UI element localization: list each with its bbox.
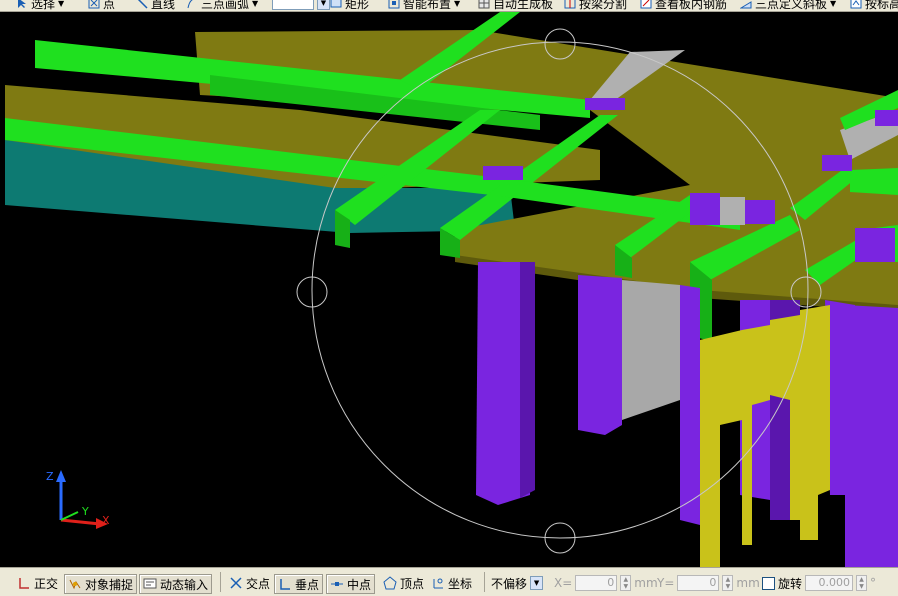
- line-tool-button[interactable]: 直线: [136, 0, 175, 11]
- snap-coordinate-button[interactable]: 坐标: [428, 574, 475, 592]
- sloped-slab-icon: [739, 0, 752, 9]
- column-cap-1: [585, 98, 625, 110]
- split-by-beam-button[interactable]: 按梁分割: [564, 0, 627, 11]
- point-icon: [88, 0, 100, 9]
- osnap-icon: [68, 577, 82, 591]
- 3d-scene: Z Y X: [5, 12, 898, 567]
- separator: [220, 572, 221, 592]
- beam-far-right: [850, 168, 898, 195]
- rotate-input[interactable]: 0.000: [805, 575, 854, 591]
- wall-column-2: [622, 280, 680, 420]
- snap-midpoint-button[interactable]: 中点: [326, 574, 376, 594]
- by-elevation-button[interactable]: 按标高: [850, 0, 898, 11]
- status-bar: 正交 对象捕捉 动态输入 交点 垂点 中点 顶点 坐标 不偏移 ▼ X= 0 ▲…: [0, 567, 898, 596]
- osnap-toggle[interactable]: 对象捕捉: [64, 574, 138, 594]
- smart-layout-icon: [388, 0, 400, 9]
- column-cap-5: [822, 155, 852, 171]
- line-icon: [136, 0, 148, 9]
- ortho-icon: [17, 576, 31, 590]
- column-cap-4: [745, 200, 775, 224]
- rotate-checkbox[interactable]: [762, 576, 775, 590]
- auto-slab-button[interactable]: 自动生成板: [478, 0, 553, 11]
- x-coordinate-input[interactable]: 0: [575, 575, 618, 591]
- point-tool-button[interactable]: 点: [88, 0, 115, 11]
- column-7: [845, 305, 898, 567]
- y-coordinate-group: Y= 0 ▲ ▼ mm: [657, 575, 760, 591]
- dynamic-input-icon: [143, 577, 157, 591]
- arc-icon: [186, 0, 198, 9]
- tool-dropdown[interactable]: ▼: [272, 0, 330, 11]
- offset-mode-select[interactable]: 不偏移 ▼: [491, 574, 544, 592]
- snap-perpendicular-button[interactable]: 垂点: [274, 574, 324, 594]
- column-cap-8: [720, 197, 745, 225]
- rectangle-tool-button[interactable]: 矩形: [330, 0, 369, 11]
- split-by-beam-icon: [564, 0, 576, 9]
- arc-tool-button[interactable]: 三点画弧 ▼: [186, 0, 258, 11]
- 3d-viewport[interactable]: Z Y X: [0, 12, 898, 567]
- select-tool-button[interactable]: 选择 ▼: [16, 0, 64, 11]
- separator: [484, 572, 485, 592]
- intersection-icon: [229, 576, 243, 590]
- dropdown-field[interactable]: [272, 0, 314, 10]
- sloped-slab-button[interactable]: 三点定义斜板 ▼: [739, 0, 837, 11]
- midpoint-icon: [330, 577, 344, 591]
- y-coordinate-input[interactable]: 0: [677, 575, 720, 591]
- chevron-down-icon: ▼: [58, 0, 65, 8]
- perpendicular-icon: [278, 577, 292, 591]
- column-1-side: [520, 262, 535, 498]
- chevron-down-icon: ▼: [830, 0, 837, 8]
- column-cap-2: [483, 166, 523, 180]
- column-3: [680, 285, 700, 525]
- column-2: [578, 275, 622, 435]
- ortho-toggle[interactable]: 正交: [14, 574, 61, 592]
- vertex-icon: [383, 576, 397, 590]
- smart-layout-button[interactable]: 智能布置 ▼: [388, 0, 460, 11]
- column-cap-7: [855, 228, 895, 262]
- chevron-down-icon: ▼: [454, 0, 461, 8]
- rotate-spinner[interactable]: ▲ ▼: [856, 575, 868, 591]
- axis-label-y: Y: [81, 505, 89, 518]
- snap-vertex-button[interactable]: 顶点: [380, 574, 427, 592]
- dynamic-input-toggle[interactable]: 动态输入: [139, 574, 213, 594]
- yellow-column-1: [700, 330, 742, 567]
- yellow-column-4: [800, 305, 830, 540]
- by-elevation-icon: [850, 0, 862, 9]
- coordinate-icon: [431, 576, 445, 590]
- cursor-icon: [16, 0, 28, 9]
- rotate-group: 旋转 0.000 ▲ ▼ °: [762, 574, 876, 592]
- rectangle-icon: [330, 0, 342, 9]
- column-cap-6: [875, 110, 898, 126]
- axis-label-x: X: [102, 514, 110, 527]
- auto-slab-icon: [478, 0, 490, 9]
- y-spinner[interactable]: ▲ ▼: [722, 575, 734, 591]
- axis-label-z: Z: [46, 470, 54, 483]
- snap-intersection-button[interactable]: 交点: [226, 574, 273, 592]
- view-rebar-icon: [640, 0, 652, 9]
- dropdown-arrow[interactable]: ▼: [317, 0, 330, 10]
- x-spinner[interactable]: ▲ ▼: [620, 575, 632, 591]
- view-rebar-button[interactable]: 查看板内钢筋: [640, 0, 727, 11]
- axis-indicator: [56, 470, 108, 529]
- column-cap-3: [690, 193, 720, 225]
- chevron-down-icon[interactable]: ▼: [530, 576, 544, 590]
- x-coordinate-group: X= 0 ▲ ▼ mm: [554, 575, 658, 591]
- chevron-down-icon: ▼: [252, 0, 259, 8]
- top-toolbar: 选择 ▼ 点 直线 三点画弧 ▼ ▼ 矩形 智能布置 ▼ 自动生成板 按梁分割 …: [0, 0, 898, 12]
